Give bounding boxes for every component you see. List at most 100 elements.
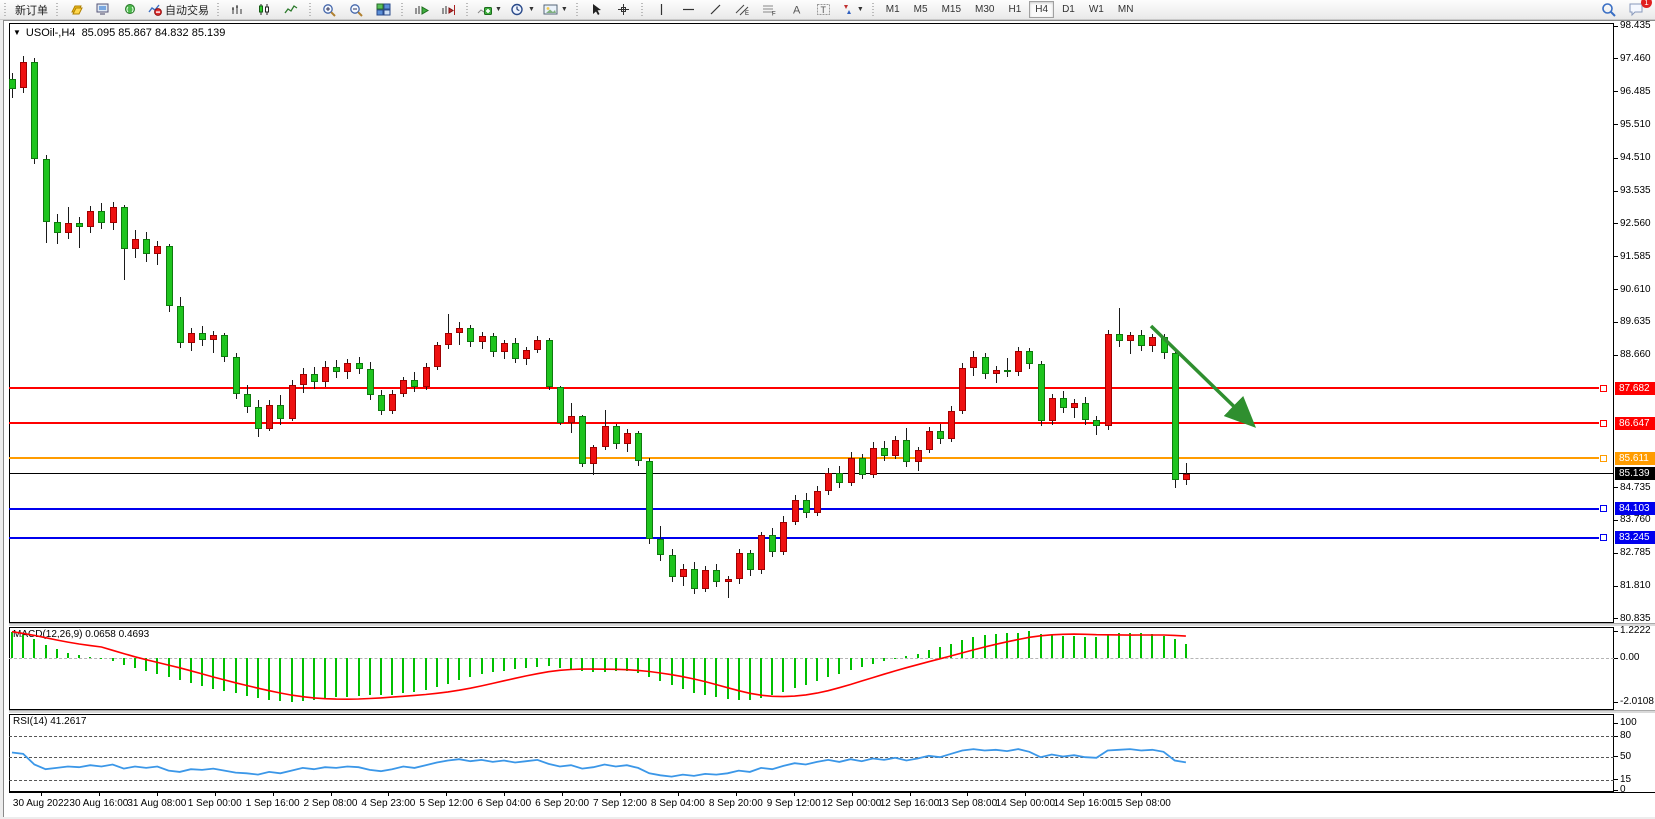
candlestick [1049,398,1056,421]
horizontal-line-85.611[interactable] [9,457,1599,459]
candlestick [199,333,206,340]
candlestick [210,335,217,340]
macd-histogram-bar [33,639,35,658]
line-anchor-square[interactable] [1600,420,1607,427]
line-anchor-square[interactable] [1600,455,1607,462]
macd-axis-tick [1614,631,1618,632]
candlestick [512,343,519,358]
macd-histogram-bar [615,658,617,671]
candlestick [411,380,418,387]
macd-histogram-bar [335,658,337,697]
price-axis-tick-label: 83.760 [1620,515,1651,525]
candlestick [154,246,161,254]
candlestick [590,447,597,465]
candlestick [903,440,910,463]
horizontal-line-85.139[interactable] [9,473,1614,474]
candlestick [579,416,586,465]
macd-histogram-bar [212,658,214,689]
candlestick [233,357,240,394]
mt4-trading-platform: 新订单自动交易▼▼▼EFAT▼M1M5M15M30H1H4D1W1MN1 ▼US… [0,0,1655,819]
candlestick [188,333,195,343]
panel-splitter[interactable] [9,623,1655,627]
price-axis-tick [1614,520,1618,521]
candlestick [456,328,463,333]
rsi-value: 41.2617 [50,716,86,727]
candlestick [445,333,452,345]
candlestick [143,239,150,254]
candlestick [300,374,307,385]
price-axis-tick-label: 94.510 [1620,153,1651,163]
macd-histogram-bar [1051,635,1053,658]
horizontal-line-86.647[interactable] [9,422,1599,424]
macd-histogram-bar [156,658,158,674]
price-axis-tick-label: 91.585 [1620,252,1651,262]
macd-histogram-bar [1107,635,1109,658]
panel-splitter[interactable] [9,710,1655,714]
line-anchor-square[interactable] [1600,505,1607,512]
macd-histogram-bar [1006,633,1008,658]
macd-histogram-bar [22,635,24,658]
macd-histogram-bar [984,635,986,658]
macd-histogram-bar [89,657,91,658]
candlestick [54,222,61,233]
candlestick [1149,337,1156,345]
candlestick [736,553,743,579]
rsi-indicator-label: RSI(14) 41.2617 [13,716,86,727]
horizontal-line-83.245[interactable] [9,537,1599,539]
candlestick [121,207,128,248]
macd-histogram-bar [112,658,114,661]
candlestick [848,458,855,483]
candlestick [1026,351,1033,364]
macd-histogram-bar [883,658,885,661]
rsi-line [12,749,1186,777]
candlestick [110,207,117,223]
chart-info-line[interactable]: ▼USOil-,H4 85.095 85.867 84.832 85.139 [13,27,225,39]
candlestick [434,345,441,367]
candlestick [255,407,262,429]
macd-histogram-bar [134,658,136,668]
price-axis-tick [1614,487,1618,488]
date-axis-tick [215,793,216,796]
line-anchor-square[interactable] [1600,534,1607,541]
line-anchor-square[interactable] [1600,385,1607,392]
candlestick [657,539,664,556]
date-axis-tick [1141,793,1142,796]
chevron-down-icon[interactable]: ▼ [13,28,21,37]
date-axis-label: 2 Sep 08:00 [304,798,358,809]
date-axis-label: 14 Sep 16:00 [1053,798,1113,809]
candlestick [221,335,228,357]
macd-histogram-bar [78,655,80,658]
macd-histogram-bar [939,647,941,658]
date-axis-tick [562,793,563,796]
candlestick [378,395,385,410]
macd-histogram-bar [514,658,516,669]
date-axis-line [9,792,1655,793]
date-axis-tick [852,793,853,796]
candlestick [177,306,184,343]
macd-panel [9,627,1614,710]
macd-histogram-bar [592,658,594,672]
macd-histogram-bar [481,658,483,674]
date-axis-label: 12 Sep 16:00 [880,798,940,809]
candlestick [166,246,173,306]
macd-histogram-bar [168,658,170,677]
price-axis-tick [1614,322,1618,323]
macd-histogram-bar [659,658,661,681]
macd-histogram-bar [894,658,896,659]
candlestick [803,500,810,513]
macd-histogram-bar [1118,633,1120,658]
candlestick [1071,403,1078,408]
macd-histogram-bar [447,658,449,684]
candlestick [356,363,363,368]
macd-histogram-bar [972,637,974,658]
price-axis-tick [1614,553,1618,554]
price-axis-tick-label: 81.810 [1620,581,1651,591]
price-axis-tick [1614,58,1618,59]
macd-histogram-bar [402,658,404,693]
date-axis-label: 30 Aug 16:00 [69,798,128,809]
macd-histogram-bar [223,658,225,691]
rsi-axis-tick [1614,790,1618,791]
candlestick [1183,474,1190,480]
price-axis-tick-label: 97.460 [1620,54,1651,64]
candlestick [948,411,955,439]
